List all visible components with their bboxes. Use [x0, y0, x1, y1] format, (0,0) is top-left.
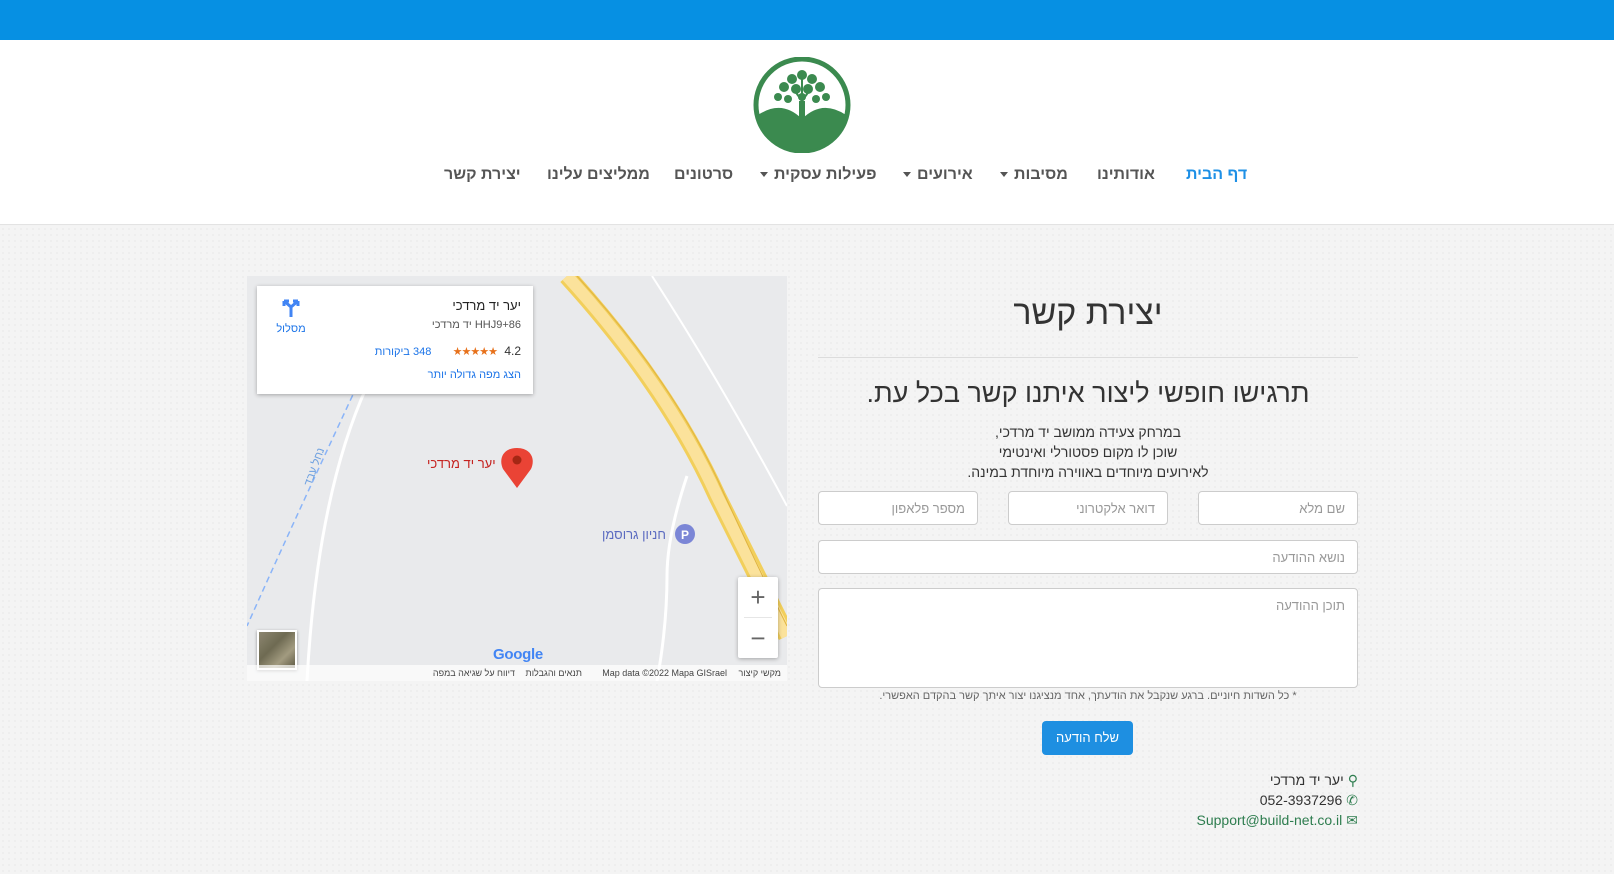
main-nav: דף הבית אודותינו מסיבות אירועים פעילות ע… — [0, 166, 1614, 196]
map-pin-icon — [501, 448, 533, 488]
directions-label: מסלול — [276, 323, 306, 335]
info-phone-text: 052-3937296 — [1259, 792, 1343, 808]
info-email[interactable]: ✉Support@build-net.co.il — [1197, 812, 1358, 829]
phone-field[interactable]: מספר פלאפון — [818, 491, 978, 525]
chevron-down-icon — [760, 172, 768, 178]
subject-field[interactable]: נושא ההודעה — [818, 540, 1358, 574]
zoom-out-button[interactable]: − — [738, 618, 778, 658]
nav-events[interactable]: אירועים — [903, 166, 973, 184]
chevron-down-icon — [903, 172, 911, 178]
info-phone[interactable]: ✆052-3937296 — [1260, 792, 1358, 809]
keyboard-shortcuts-link[interactable]: מקשי קיצור — [738, 668, 781, 678]
site-header: דף הבית אודותינו מסיבות אירועים פעילות ע… — [0, 40, 1614, 225]
page-title: יצירת קשר — [1013, 294, 1163, 332]
nav-events-label: אירועים — [917, 166, 973, 183]
larger-map-link[interactable]: הצג מפה גדולה יותר — [428, 369, 521, 381]
reviews-link[interactable]: 348 ביקורות — [375, 346, 432, 358]
info-place-text: יער יד מרדכי — [1269, 772, 1344, 788]
google-logo: Google — [493, 646, 543, 663]
top-bar — [0, 0, 1614, 40]
chevron-down-icon — [1000, 172, 1008, 178]
required-note: * כל השדות חיוניים. ברגע שנקבל את הודעתך… — [879, 690, 1297, 702]
zoom-controls: + − — [738, 577, 778, 658]
info-place: ⚲יער יד מרדכי — [1270, 772, 1358, 789]
contact-description: במרחק צעידה ממושב יד מרדכי, שוכן לו מקום… — [818, 422, 1358, 482]
info-email-text: Support@build-net.co.il — [1196, 812, 1343, 828]
map-data-text: Map data ©2022 Mapa GISrael — [602, 668, 727, 678]
directions-icon — [282, 299, 300, 317]
nav-home[interactable]: דף הבית — [1186, 166, 1247, 184]
nav-videos[interactable]: סרטונים — [674, 166, 733, 184]
tree-logo[interactable] — [752, 57, 852, 153]
map-place-card: יער יד מרדכי HHJ9+86 יד מרדכי 4.2 ★★★★★ … — [257, 286, 533, 394]
nav-testimonials[interactable]: ממליצים עלינו — [547, 166, 650, 184]
full-name-field[interactable]: שם מלא — [1198, 491, 1358, 525]
main-content — [0, 226, 1614, 874]
place-rating: 4.2 ★★★★★ 348 ביקורות — [375, 344, 521, 358]
google-map[interactable]: P יער יד מרדכי חניון גרוסמן נחל עבד יער … — [247, 276, 787, 681]
desc-line: שוכן לו מקום פסטורלי ואינטימי — [998, 444, 1178, 460]
nav-contact[interactable]: יצירת קשר — [444, 166, 521, 184]
map-marker-icon: ⚲ — [1347, 772, 1358, 788]
terms-link[interactable]: תנאים והגבלות — [525, 668, 582, 678]
nav-business-label: פעילות עסקית — [774, 166, 877, 183]
desc-line: לאירועים מיוחדים באווירה מיוחדת במינה. — [967, 464, 1209, 480]
contact-subtitle: תרגישו חופשי ליצור איתנו קשר בכל עת. — [866, 378, 1310, 408]
svg-text:P: P — [681, 528, 689, 542]
pin-label[interactable]: יער יד מרדכי — [427, 456, 496, 471]
satellite-toggle[interactable] — [257, 630, 297, 670]
phone-icon: ✆ — [1346, 792, 1358, 808]
rating-value: 4.2 — [504, 344, 521, 358]
nav-parties-label: מסיבות — [1014, 166, 1068, 183]
zoom-in-button[interactable]: + — [738, 577, 778, 617]
desc-line: במרחק צעידה ממושב יד מרדכי, — [995, 424, 1181, 440]
parking-icon: P — [675, 524, 695, 544]
directions-button[interactable]: מסלול — [271, 296, 311, 335]
parking-label[interactable]: חניון גרוסמן — [602, 527, 666, 542]
map-attribution: מקשי קיצור Map data ©2022 Mapa GISrael ת… — [247, 665, 787, 681]
place-code: HHJ9+86 יד מרדכי — [431, 319, 521, 331]
google-logo-text: Google — [493, 646, 543, 663]
divider — [818, 357, 1358, 358]
nav-business[interactable]: פעילות עסקית — [760, 166, 877, 184]
nav-parties[interactable]: מסיבות — [1000, 166, 1068, 184]
envelope-icon: ✉ — [1346, 812, 1358, 828]
message-field[interactable]: תוכן ההודעה — [818, 588, 1358, 688]
star-rating-icon: ★★★★★ — [452, 346, 498, 358]
email-field[interactable]: דואר אלקטרוני — [1008, 491, 1168, 525]
nav-about[interactable]: אודותינו — [1097, 166, 1155, 184]
report-error-link[interactable]: דיווח על שגיאה במפה — [433, 668, 515, 678]
place-title: יער יד מרדכי — [452, 298, 521, 313]
send-button[interactable]: שלח הודעה — [1042, 721, 1133, 755]
